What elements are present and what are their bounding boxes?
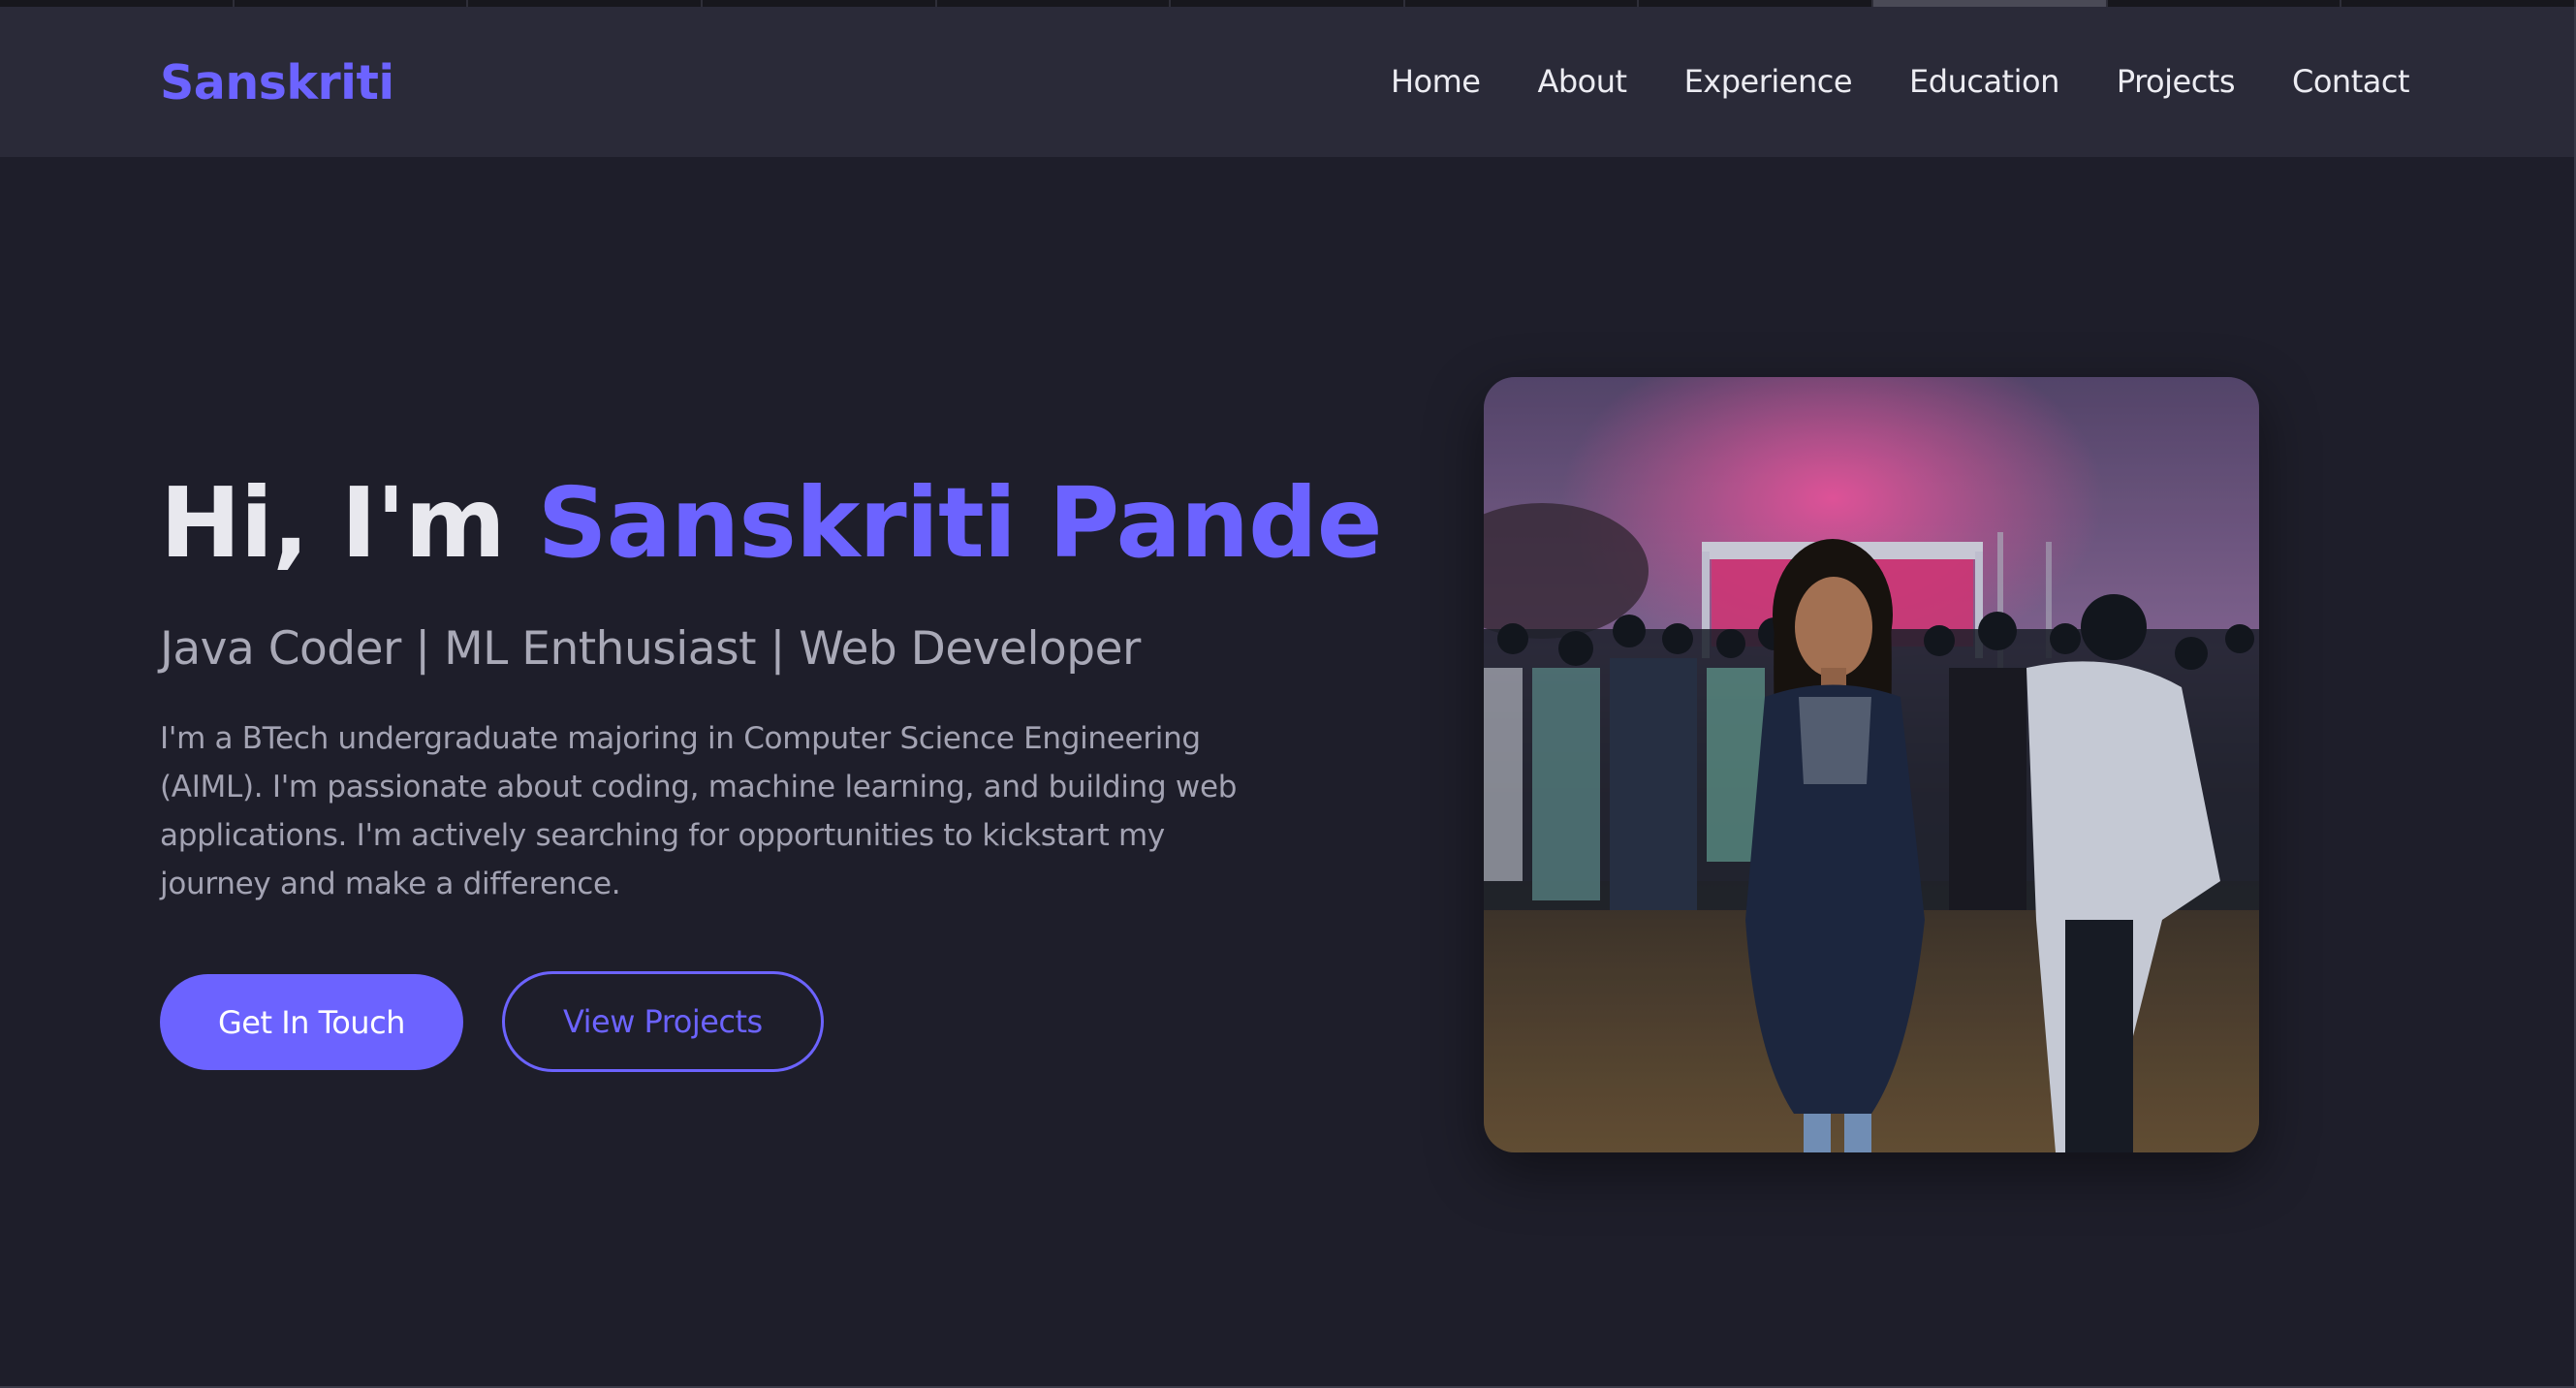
hero-buttons: Get In Touch View Projects <box>160 971 1274 1072</box>
nav-link-contact[interactable]: Contact <box>2292 63 2410 100</box>
nav-link-home[interactable]: Home <box>1391 63 1481 100</box>
browser-tab[interactable] <box>2108 0 2342 7</box>
brand-logo[interactable]: Sanskriti <box>160 55 394 110</box>
browser-tab[interactable] <box>235 0 469 7</box>
browser-tab-strip <box>0 0 2576 7</box>
browser-tab[interactable] <box>2341 0 2576 7</box>
browser-tab[interactable] <box>468 0 703 7</box>
browser-tab[interactable] <box>703 0 937 7</box>
browser-tab-active[interactable] <box>1873 0 2108 7</box>
navbar: Sanskriti Home About Experience Educatio… <box>0 7 2574 157</box>
nav-link-experience[interactable]: Experience <box>1684 63 1853 100</box>
profile-photo-illustration <box>1484 377 2259 1152</box>
hero-name: Sanskriti Pande <box>537 466 1383 580</box>
nav-link-projects[interactable]: Projects <box>2117 63 2236 100</box>
nav-links: Home About Experience Education Projects… <box>1391 63 2410 100</box>
view-projects-button[interactable]: View Projects <box>501 971 824 1072</box>
hero-section: Hi, I'm Sanskriti Pande Java Coder | ML … <box>160 465 1383 1072</box>
browser-tab[interactable] <box>1171 0 1405 7</box>
nav-link-about[interactable]: About <box>1537 63 1627 100</box>
hero-title: Hi, I'm Sanskriti Pande <box>160 465 1383 582</box>
nav-link-education[interactable]: Education <box>1909 63 2059 100</box>
hero-description: I'm a BTech undergraduate majoring in Co… <box>160 721 1238 901</box>
browser-tab[interactable] <box>937 0 1172 7</box>
hero-greeting: Hi, I'm <box>160 466 506 580</box>
browser-window: Sanskriti Home About Experience Educatio… <box>0 0 2576 1388</box>
get-in-touch-button[interactable]: Get In Touch <box>160 974 463 1070</box>
browser-tab[interactable] <box>0 0 235 7</box>
browser-tab[interactable] <box>1639 0 1874 7</box>
hero-subtitle: Java Coder | ML Enthusiast | Web Develop… <box>160 622 1141 676</box>
profile-photo <box>1484 377 2259 1152</box>
browser-tab[interactable] <box>1405 0 1640 7</box>
